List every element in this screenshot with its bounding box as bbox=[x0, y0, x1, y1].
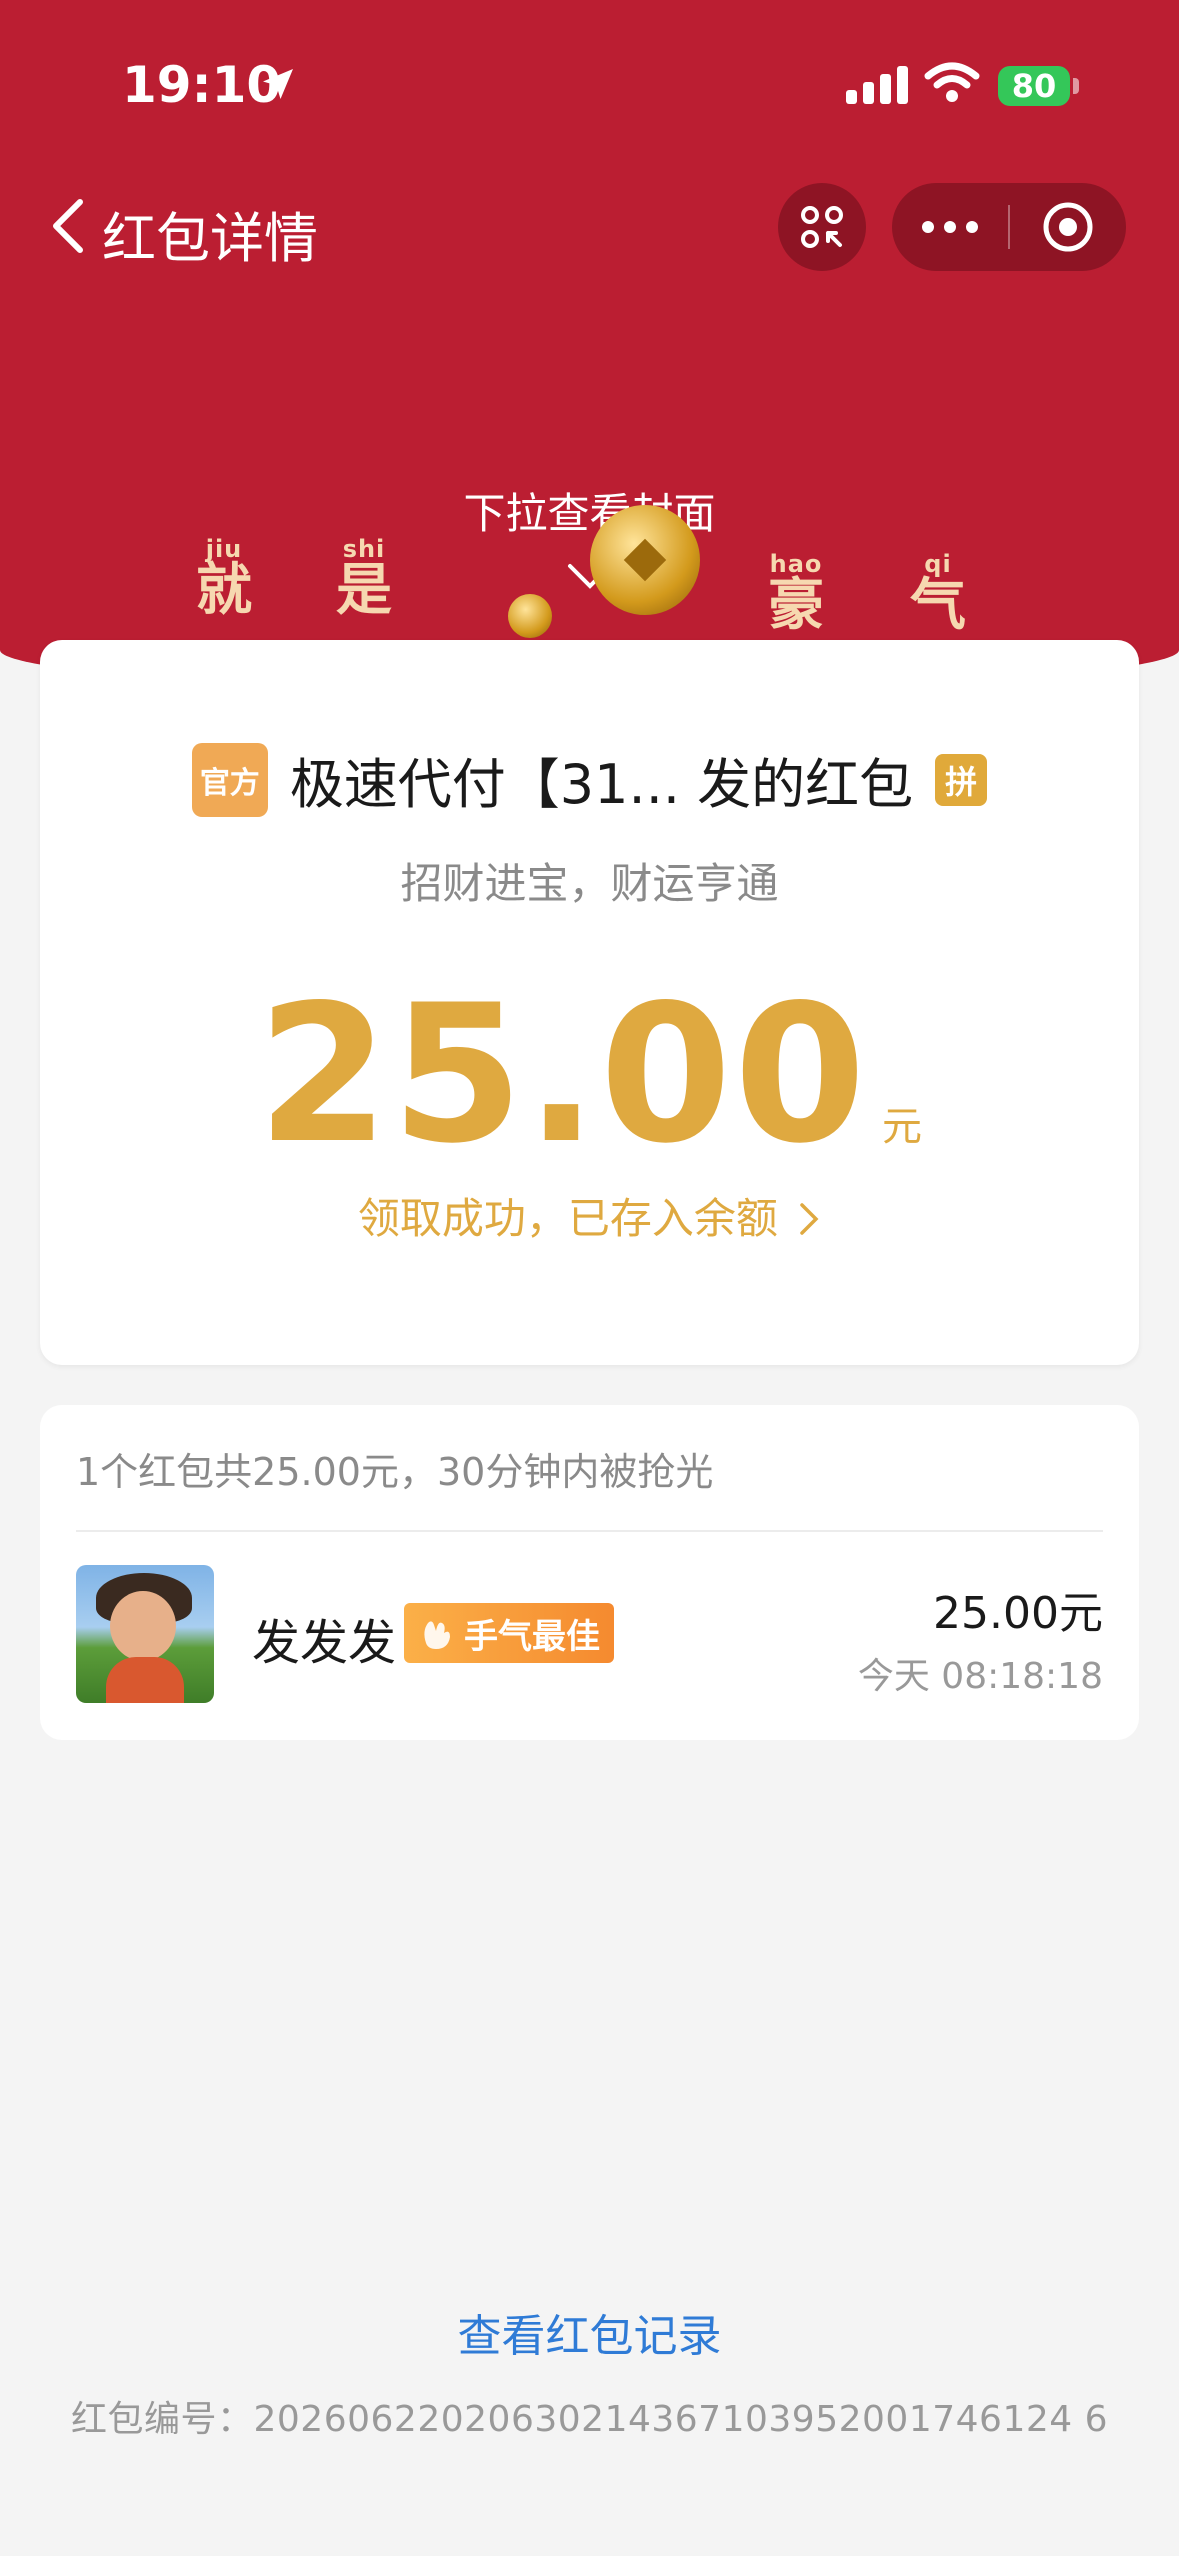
blessing-text: 招财进宝，财运亨通 bbox=[400, 859, 779, 908]
cover-word: qi 气 bbox=[910, 550, 966, 638]
amount-unit: 元 bbox=[882, 1104, 922, 1150]
close-button[interactable] bbox=[1010, 199, 1126, 255]
divider bbox=[76, 1530, 1103, 1532]
receiver-name: 发发发 bbox=[252, 1615, 397, 1671]
battery-cap bbox=[1073, 78, 1079, 94]
wifi-icon bbox=[924, 62, 980, 102]
receiver-time: 今天 08:18:18 bbox=[857, 1656, 1103, 1697]
cover-word: shi 是 bbox=[336, 535, 392, 623]
official-badge: 官方 bbox=[191, 742, 268, 817]
amount-value: 25.00 bbox=[257, 964, 868, 1185]
cover-word: hao 豪 bbox=[768, 550, 824, 638]
best-luck-badge: 手气最佳 bbox=[404, 1603, 614, 1663]
scan-icon bbox=[801, 206, 843, 248]
scan-button[interactable] bbox=[778, 183, 866, 271]
view-records-link[interactable]: 查看红包记录 bbox=[0, 2300, 1179, 2364]
chevron-right-icon bbox=[800, 1203, 819, 1235]
cover-word: jiu 就 bbox=[196, 535, 252, 623]
red-packet-card: 官方 极速代付【31... 发的红包 拼 招财进宝，财运亨通 25.00 元 领取… bbox=[40, 640, 1139, 1365]
page-title: 红包详情 bbox=[102, 207, 318, 270]
success-text: 领取成功，已存入余额 bbox=[357, 1194, 778, 1243]
back-chevron-icon[interactable] bbox=[48, 196, 88, 256]
more-button[interactable] bbox=[892, 221, 1008, 233]
mini-program-capsule bbox=[892, 183, 1126, 271]
location-arrow-icon bbox=[263, 69, 293, 99]
gold-coin-icon bbox=[590, 505, 700, 615]
avatar[interactable] bbox=[76, 1565, 214, 1703]
battery-icon: 80 bbox=[998, 66, 1070, 106]
sender-row: 官方 极速代付【31... 发的红包 拼 bbox=[40, 740, 1139, 819]
more-dots-icon bbox=[922, 221, 978, 233]
receiver-amount: 25.00元 bbox=[933, 1588, 1103, 1639]
receivers-card: 1个红包共25.00元，30分钟内被抢光 发发发 手气最佳 25.00元 今天 … bbox=[40, 1405, 1139, 1740]
pull-cover-hint[interactable]: 下拉查看封面 bbox=[0, 480, 1179, 541]
close-target-icon bbox=[1043, 202, 1093, 252]
receivers-summary: 1个红包共25.00元，30分钟内被抢光 bbox=[76, 1450, 714, 1494]
hand-wave-icon bbox=[424, 1621, 450, 1649]
sender-name: 极速代付【31... 发的红包 bbox=[289, 753, 914, 816]
packet-serial: 红包编号：20260622020630214367103952001746124… bbox=[71, 2399, 1108, 2440]
pin-badge: 拼 bbox=[935, 753, 988, 806]
gold-coin-icon bbox=[508, 594, 552, 638]
battery-level: 80 bbox=[1011, 67, 1057, 105]
amount-row: 25.00 元 bbox=[40, 980, 1139, 1170]
balance-link[interactable]: 领取成功，已存入余额 bbox=[40, 1185, 1139, 1246]
cellular-signal-icon bbox=[846, 66, 908, 104]
best-luck-label: 手气最佳 bbox=[464, 1616, 600, 1657]
